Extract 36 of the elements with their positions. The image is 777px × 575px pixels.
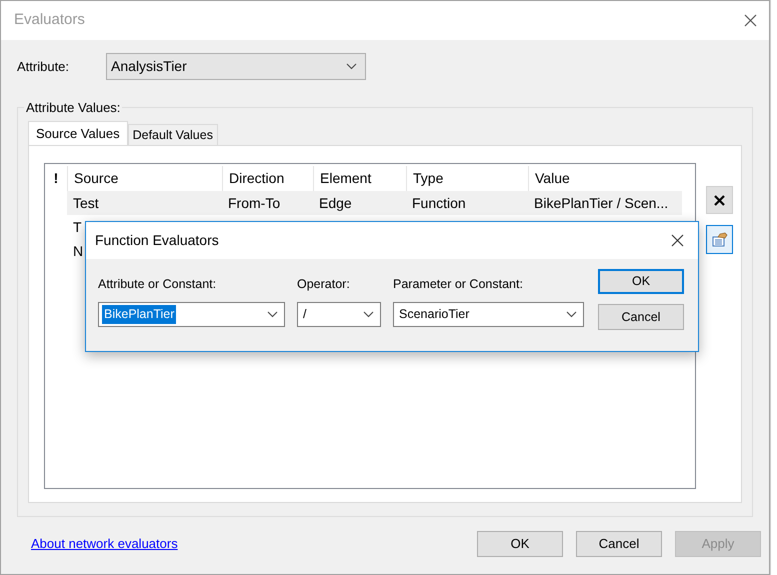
dialog-button[interactable]: OK xyxy=(477,531,563,557)
about-link[interactable]: About network evaluators xyxy=(31,534,178,554)
tab[interactable]: Source Values xyxy=(28,121,128,145)
chevron-down-icon xyxy=(346,63,358,70)
attribute-label: Attribute: xyxy=(17,58,70,76)
dialog-button[interactable]: OK xyxy=(598,269,684,294)
combo-box[interactable]: ScenarioTier xyxy=(393,302,584,327)
field-label: Attribute or Constant: xyxy=(98,276,218,293)
dialog-title: Function Evaluators xyxy=(95,231,219,250)
chevron-down-icon xyxy=(566,310,577,318)
close-icon[interactable] xyxy=(671,234,684,247)
attribute-dropdown[interactable]: AnalysisTier xyxy=(106,53,366,80)
chevron-down-icon xyxy=(363,310,374,318)
dialog-button[interactable]: Cancel xyxy=(598,304,684,330)
close-icon xyxy=(714,194,725,206)
tab[interactable]: Default Values xyxy=(128,124,218,145)
table-cell-text: BikePlanTier / Scen... xyxy=(534,194,668,212)
window-title: Evaluators xyxy=(14,10,85,30)
dialog-button[interactable]: Cancel xyxy=(576,531,662,557)
field-label: Parameter or Constant: xyxy=(393,276,524,293)
table-cell-text: Test xyxy=(73,194,99,212)
table-cell-text: T xyxy=(73,218,82,236)
table-cell-text: Function xyxy=(412,194,466,212)
close-icon[interactable] xyxy=(744,14,757,27)
chevron-down-icon xyxy=(267,310,278,318)
combo-box[interactable]: / xyxy=(297,302,381,327)
table-cell-text: Edge xyxy=(319,194,352,213)
field-label: Operator: xyxy=(297,276,351,293)
table-cell-text: From-To xyxy=(228,194,280,212)
table-row[interactable]: Test From-To Edge Function BikePlanTier / Scen... xyxy=(67,191,682,215)
form-with-hand-icon xyxy=(712,232,728,247)
delete-button[interactable] xyxy=(706,186,733,214)
flag-column-header[interactable]: ! xyxy=(45,166,67,191)
properties-button[interactable] xyxy=(706,225,733,254)
combo-box[interactable]: BikePlanTier xyxy=(98,302,285,327)
table-cell-text: N xyxy=(73,242,84,260)
